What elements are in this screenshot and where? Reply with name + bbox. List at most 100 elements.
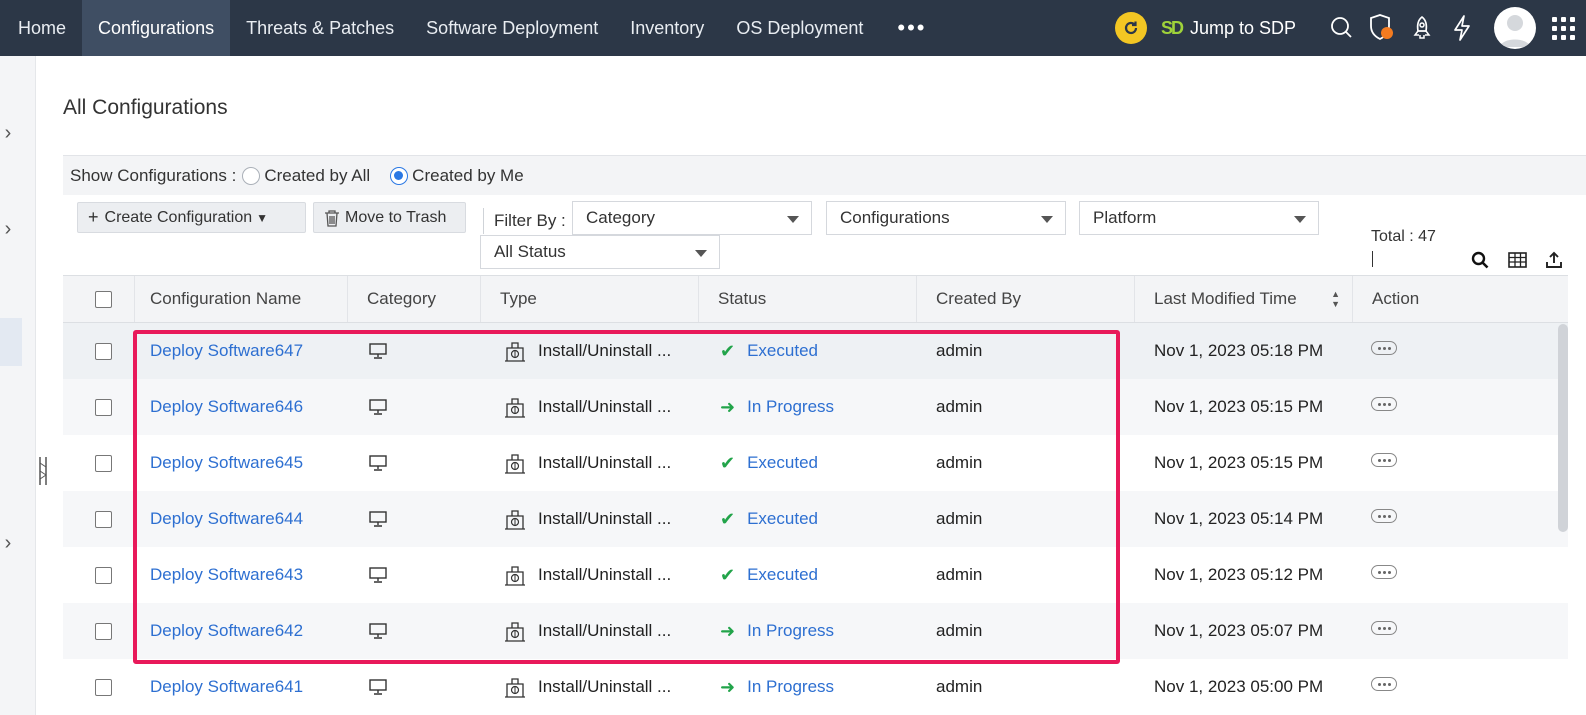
jump-to-sdp-label: Jump to SDP <box>1189 17 1296 38</box>
radio-created-by-me[interactable] <box>390 166 409 185</box>
radio-created-by-all-label[interactable]: Created by All <box>264 166 370 186</box>
column-created-by[interactable]: Created By <box>917 276 1135 322</box>
status-link[interactable]: Executed <box>747 453 818 473</box>
status-link[interactable]: Executed <box>747 509 818 529</box>
configuration-name-link[interactable]: Deploy Software642 <box>150 603 303 659</box>
table-row[interactable]: Deploy Software646 Install/Uninstall ...… <box>63 379 1568 435</box>
row-checkbox[interactable] <box>95 678 112 696</box>
row-checkbox[interactable] <box>95 566 112 584</box>
row-checkbox[interactable] <box>95 398 112 416</box>
nav-inventory[interactable]: Inventory <box>614 0 720 56</box>
create-configuration-button[interactable]: + Create Configuration ▼ <box>77 202 306 233</box>
action-cell <box>1371 379 1397 435</box>
row-checkbox[interactable] <box>95 454 112 472</box>
install-package-icon <box>504 435 526 491</box>
chevron-right-icon[interactable]: › <box>0 218 16 241</box>
table-scrollbar[interactable] <box>1558 324 1568 532</box>
last-modified-time: Nov 1, 2023 05:07 PM <box>1154 621 1324 640</box>
table-row[interactable]: Deploy Software641 Install/Uninstall ...… <box>63 659 1568 715</box>
row-checkbox[interactable] <box>95 342 112 360</box>
status-link[interactable]: Executed <box>747 341 818 361</box>
nav-home[interactable]: Home <box>0 0 82 56</box>
table-columns-icon[interactable] <box>1506 249 1528 271</box>
computer-icon <box>369 547 387 603</box>
sync-icon[interactable] <box>1114 12 1147 44</box>
row-checkbox-cell <box>95 435 112 491</box>
nav-os-deployment[interactable]: OS Deployment <box>720 0 879 56</box>
status-cell: ✔ Executed <box>720 547 818 603</box>
table-row[interactable]: Deploy Software647 Install/Uninstall ...… <box>63 323 1568 379</box>
column-type[interactable]: Type <box>481 276 699 322</box>
more-actions-icon[interactable] <box>1371 397 1397 411</box>
type-label: Install/Uninstall ... <box>538 565 672 584</box>
row-checkbox[interactable] <box>95 622 112 640</box>
configurations-select[interactable]: Configurations <box>826 201 1066 235</box>
category-select-value: Category <box>586 208 655 227</box>
more-actions-icon[interactable] <box>1371 341 1397 355</box>
configuration-name-link[interactable]: Deploy Software645 <box>150 435 303 491</box>
search-icon[interactable] <box>1469 249 1491 271</box>
chevron-right-icon[interactable]: › <box>0 532 16 555</box>
sort-icon[interactable]: ▲ ▼ <box>1331 276 1340 322</box>
search-icon[interactable] <box>1322 0 1362 56</box>
nav-threats-patches[interactable]: Threats & Patches <box>230 0 410 56</box>
avatar[interactable] <box>1494 7 1536 49</box>
platform-select[interactable]: Platform <box>1079 201 1319 235</box>
configuration-name-link[interactable]: Deploy Software646 <box>150 379 303 435</box>
status-link[interactable]: In Progress <box>747 621 834 641</box>
nav-software-deployment[interactable]: Software Deployment <box>410 0 614 56</box>
chevron-right-icon[interactable]: › <box>0 122 16 145</box>
status-cell: ✔ Executed <box>720 323 818 379</box>
column-status[interactable]: Status <box>699 276 917 322</box>
table-row[interactable]: Deploy Software642 Install/Uninstall ...… <box>63 603 1568 659</box>
status-select[interactable]: All Status <box>480 235 720 269</box>
select-all-checkbox[interactable] <box>95 291 112 308</box>
apps-grid-icon[interactable] <box>1552 16 1580 40</box>
status-link[interactable]: In Progress <box>747 397 834 417</box>
nav-configurations[interactable]: Configurations <box>82 0 231 56</box>
configuration-name-link[interactable]: Deploy Software641 <box>150 659 303 715</box>
table-row[interactable]: Deploy Software645 Install/Uninstall ...… <box>63 435 1568 491</box>
status-cell: ✔ Executed <box>720 491 818 547</box>
lightning-icon[interactable] <box>1442 0 1482 56</box>
more-actions-icon[interactable] <box>1371 621 1397 635</box>
status-link[interactable]: Executed <box>747 565 818 585</box>
left-rail: › › › <box>0 56 36 715</box>
table-row[interactable]: Deploy Software644 Install/Uninstall ...… <box>63 491 1568 547</box>
radio-created-by-all[interactable] <box>242 166 261 185</box>
column-category[interactable]: Category <box>348 276 481 322</box>
created-by: admin <box>936 341 983 360</box>
show-configurations-label: Show Configurations : <box>70 165 237 185</box>
table-row[interactable]: Deploy Software643 Install/Uninstall ...… <box>63 547 1568 603</box>
filter-by-label: Filter By : <box>483 208 566 234</box>
column-configuration-name[interactable]: Configuration Name <box>131 276 348 322</box>
last-modified-time: Nov 1, 2023 05:15 PM <box>1154 453 1324 472</box>
configuration-name-link[interactable]: Deploy Software643 <box>150 547 303 603</box>
action-cell <box>1371 547 1397 603</box>
panel-resize-handle-icon[interactable] <box>38 455 48 487</box>
row-checkbox[interactable] <box>95 510 112 528</box>
trash-icon <box>324 209 340 227</box>
configuration-name-link[interactable]: Deploy Software644 <box>150 491 303 547</box>
status-link[interactable]: In Progress <box>747 677 834 697</box>
in-progress-arrow-icon: ➜ <box>720 620 736 641</box>
column-last-modified-time[interactable]: Last Modified Time ▲ ▼ <box>1135 276 1353 322</box>
shield-alert-icon[interactable] <box>1362 0 1402 56</box>
more-actions-icon[interactable] <box>1371 677 1397 691</box>
export-icon[interactable] <box>1543 249 1565 271</box>
show-configurations-bar: Show Configurations : Created by All Cre… <box>63 155 1586 195</box>
created-by: admin <box>936 397 983 416</box>
configuration-name-link[interactable]: Deploy Software647 <box>150 323 303 379</box>
more-actions-icon[interactable] <box>1371 453 1397 467</box>
radio-created-by-me-label[interactable]: Created by Me <box>412 166 524 186</box>
category-select[interactable]: Category <box>572 201 812 235</box>
more-actions-icon[interactable] <box>1371 565 1397 579</box>
created-by: admin <box>936 453 983 472</box>
nav-more-icon[interactable]: ••• <box>879 0 944 56</box>
move-to-trash-button[interactable]: Move to Trash <box>313 202 466 233</box>
rocket-icon[interactable] <box>1402 0 1442 56</box>
jump-to-sdp-link[interactable]: SD Jump to SDP <box>1161 18 1296 39</box>
row-checkbox-cell <box>95 603 112 659</box>
toolbar: + Create Configuration ▼ Move to Trash F… <box>63 195 1586 275</box>
more-actions-icon[interactable] <box>1371 509 1397 523</box>
